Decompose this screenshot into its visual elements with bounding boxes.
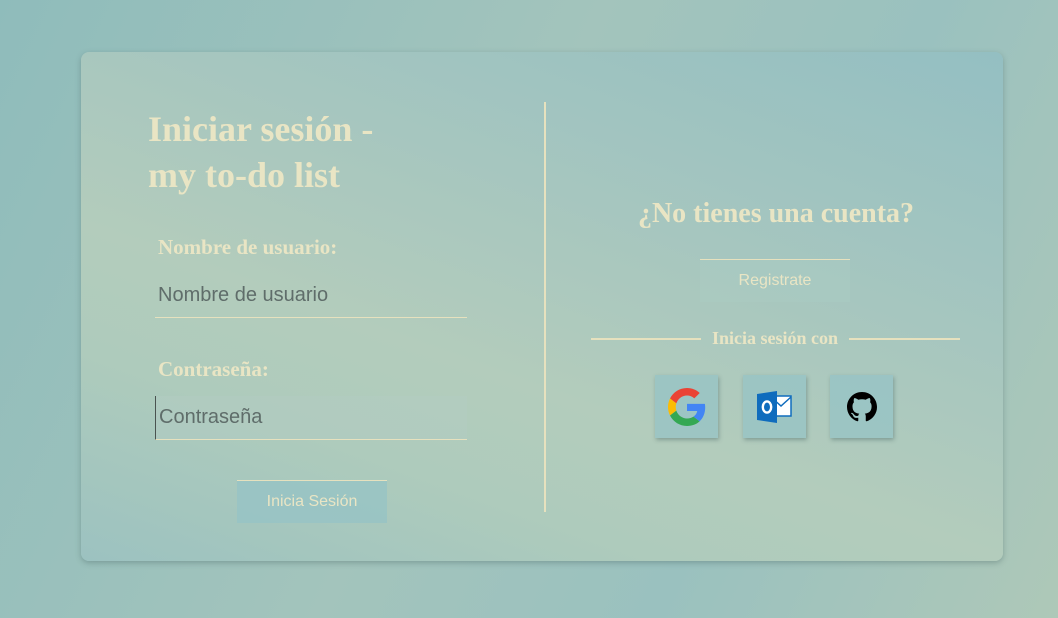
google-icon [667, 387, 705, 426]
github-login-button[interactable] [830, 375, 893, 438]
outlook-login-button[interactable] [743, 375, 806, 438]
username-input[interactable] [155, 274, 467, 318]
title-line-2: my to-do list [148, 155, 340, 195]
no-account-heading: ¿No tienes una cuenta? [637, 198, 915, 229]
register-button[interactable]: Registrate [700, 259, 850, 302]
vertical-divider [544, 102, 546, 512]
github-icon [846, 391, 877, 421]
username-label: Nombre de usuario: [158, 235, 338, 259]
outlook-icon [756, 390, 792, 423]
password-input[interactable] [155, 396, 467, 440]
social-login-label: Inicia sesión con [711, 328, 839, 348]
login-card: Iniciar sesión - my to-do list Nombre de… [81, 52, 1003, 561]
google-login-button[interactable] [655, 375, 718, 438]
page-title: Iniciar sesión - my to-do list [148, 106, 448, 198]
password-label: Contraseña: [158, 357, 269, 381]
separator-line-left [591, 338, 701, 340]
separator-line-right [849, 338, 960, 340]
login-button[interactable]: Inicia Sesión [237, 480, 387, 523]
title-line-1: Iniciar sesión - [148, 109, 374, 149]
